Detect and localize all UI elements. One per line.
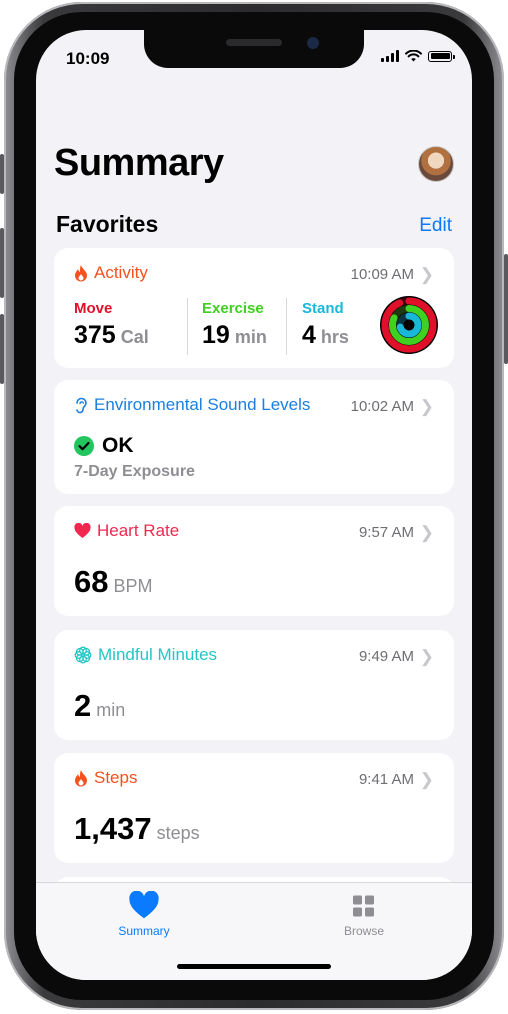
status-time: 10:09 [66, 49, 110, 68]
steps-title: Steps [94, 768, 138, 787]
exercise-unit: min [234, 327, 267, 347]
metric-divider [187, 298, 188, 355]
heart-time: 9:57 AM [358, 524, 414, 541]
heart-title: Heart Rate [97, 521, 180, 540]
notch [144, 30, 364, 68]
flower-icon [74, 646, 92, 664]
chevron-right-icon: ❯ [419, 523, 434, 542]
steps-card[interactable]: Steps 9:41 AM ❯ 1,437 steps [54, 753, 454, 863]
speaker-grille [226, 39, 282, 46]
flame-icon [75, 265, 87, 282]
heart-unit: BPM [113, 576, 153, 596]
heart-value-row: 68 BPM [74, 564, 153, 600]
mindful-card-header: Mindful Minutes [74, 645, 217, 665]
stand-unit: hrs [320, 327, 349, 347]
heart-value: 68 [74, 564, 109, 599]
sound-title: Environmental Sound Levels [94, 395, 311, 414]
chevron-right-icon: ❯ [419, 397, 434, 416]
grid-icon [353, 895, 374, 917]
home-indicator[interactable] [177, 964, 331, 969]
wifi-icon [405, 50, 422, 62]
tab-summary-label: Summary [118, 924, 170, 938]
move-unit: Cal [120, 327, 149, 347]
mindful-time: 9:49 AM [358, 648, 414, 665]
steps-value-row: 1,437 steps [74, 811, 200, 847]
page-title: Summary [54, 142, 224, 184]
exercise-value: 19 [202, 321, 230, 349]
status-icons [381, 50, 455, 62]
checkmark-circle-icon [74, 436, 94, 456]
move-label: Move [74, 300, 113, 317]
avatar[interactable] [418, 146, 454, 182]
mindful-title: Mindful Minutes [98, 645, 218, 664]
chevron-right-icon: ❯ [419, 647, 434, 666]
side-button [504, 254, 508, 364]
stand-label: Stand [302, 300, 344, 317]
sound-subtitle: 7-Day Exposure [74, 463, 195, 480]
mindful-minutes-card[interactable]: Mindful Minutes 9:49 AM ❯ 2 min [54, 630, 454, 740]
steps-card-header: Steps [74, 768, 137, 788]
battery-icon [428, 50, 455, 62]
move-metric: Move 375 Cal [74, 300, 149, 350]
ear-icon [76, 397, 87, 414]
front-camera [307, 37, 319, 49]
activity-card[interactable]: Activity 10:09 AM ❯ Move 375 Cal Exercise… [54, 248, 454, 368]
favorites-heading: Favorites [56, 211, 159, 237]
tab-browse[interactable]: Browse [309, 891, 419, 938]
signal-icon [381, 50, 399, 62]
mute-switch [0, 154, 4, 194]
heart-rate-card[interactable]: Heart Rate 9:57 AM ❯ 68 BPM [54, 506, 454, 616]
activity-time: 10:09 AM [350, 266, 414, 283]
steps-unit: steps [156, 823, 200, 843]
heart-icon [74, 523, 91, 538]
exercise-metric: Exercise 19 min [202, 300, 267, 350]
stand-metric: Stand 4 hrs [302, 300, 349, 350]
sound-status-text: OK [102, 434, 134, 457]
activity-card-header: Activity [74, 263, 148, 283]
tab-browse-label: Browse [343, 924, 384, 938]
flame-icon [75, 770, 87, 787]
tab-summary[interactable]: Summary [89, 890, 199, 938]
chevron-right-icon: ❯ [419, 265, 434, 284]
steps-time: 9:41 AM [358, 771, 414, 788]
stand-value: 4 [302, 321, 316, 349]
heart-card-header: Heart Rate [74, 521, 179, 541]
mindful-value-row: 2 min [74, 688, 125, 724]
heart-icon [129, 890, 159, 919]
activity-title: Activity [94, 263, 148, 282]
mindful-value: 2 [74, 688, 92, 723]
steps-value: 1,437 [74, 811, 152, 846]
screen: 10:09 Summary Favorites Edit Activity 10… [36, 30, 472, 980]
sound-status: OK [74, 434, 134, 458]
volume-up-button [0, 228, 4, 298]
sound-levels-card[interactable]: Environmental Sound Levels 10:02 AM ❯ OK… [54, 380, 454, 494]
edit-button[interactable]: Edit [419, 215, 452, 237]
metric-divider [286, 298, 287, 355]
exercise-label: Exercise [202, 300, 264, 317]
sound-time: 10:02 AM [350, 398, 414, 415]
move-value: 375 [74, 321, 116, 349]
chevron-right-icon: ❯ [419, 770, 434, 789]
activity-rings-icon [380, 296, 438, 354]
sound-card-header: Environmental Sound Levels [74, 395, 310, 415]
mindful-unit: min [96, 700, 126, 720]
volume-down-button [0, 314, 4, 384]
